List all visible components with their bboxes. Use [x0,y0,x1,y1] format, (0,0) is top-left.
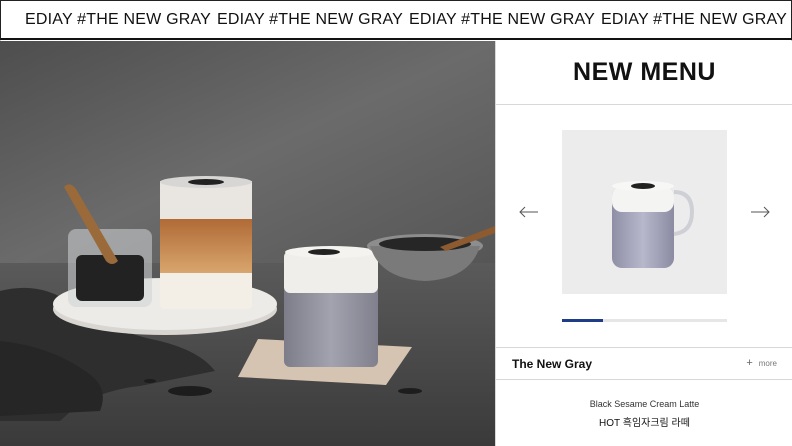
layered-latte-espresso [160,219,252,273]
carousel-progress [562,319,727,322]
carousel-progress-fill [562,319,604,322]
plus-icon: + [746,357,753,369]
marquee-text: EDIAY #THE NEW GRAY [601,10,788,28]
product-name-ko: HOT 흑임자크림 라떼 [599,418,690,429]
latte-mug-image [612,181,695,268]
hero-illustration [0,41,495,446]
more-label: more [758,359,777,368]
marquee-text: EDIAY #THE NEW GRAY [409,10,596,28]
collection-title: The New Gray [512,356,593,371]
panel-title: NEW MENU [496,41,792,105]
new-menu-panel: NEW MENU The New Gray + more Black Sesam… [495,41,792,446]
collection-row: The New Gray + more [496,347,792,380]
carousel-next-button[interactable] [749,201,771,223]
sesame-topping [188,179,224,185]
mug-sesame [631,183,655,189]
product-name-en: Black Sesame Cream Latte [589,399,700,409]
hero-photo [0,41,495,446]
marquee-text: EDIAY #THE NEW GRAY [217,10,404,28]
promo-marquee: EDIAY #THE NEW GRAY EDIAY #THE NEW GRAY … [0,0,792,40]
carousel-prev-button[interactable] [518,201,540,223]
product-image[interactable] [562,130,727,294]
mug-handle [673,190,695,236]
arrow-right-icon [751,206,770,218]
sesame-topping [308,249,340,255]
marquee-text: EDIAY #THE NEW GRAY [25,10,212,28]
arrow-left-icon [519,206,538,218]
more-link[interactable]: + more [746,358,777,369]
